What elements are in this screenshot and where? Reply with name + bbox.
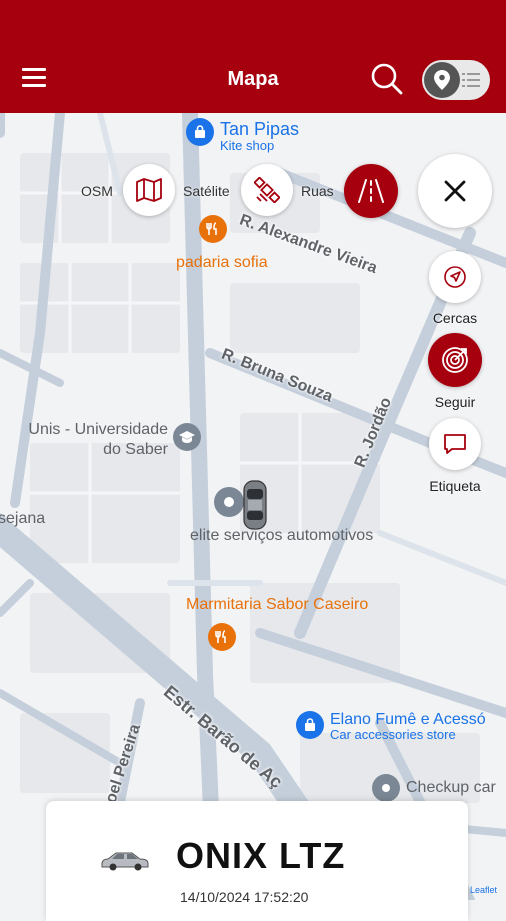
list-icon: [462, 73, 480, 92]
poi-unis[interactable]: Unis - Universidade do Saber: [6, 420, 168, 460]
map-view[interactable]: Tan Pipas Kite shop padaria sofia Unis -…: [0, 113, 506, 900]
restaurant-icon[interactable]: [208, 623, 236, 651]
poi-sejana[interactable]: sejana: [0, 510, 45, 528]
view-toggle[interactable]: [422, 60, 490, 100]
poi-tan-pipas[interactable]: Tan Pipas Kite shop: [220, 119, 299, 153]
poi-category: Kite shop: [220, 138, 275, 153]
navigation-arrow-icon[interactable]: [429, 251, 481, 303]
layer-label-osm: OSM: [81, 183, 113, 199]
target-icon[interactable]: [428, 333, 482, 387]
car-icon: [100, 849, 150, 876]
speech-bubble-icon[interactable]: [429, 418, 481, 470]
shopping-bag-icon[interactable]: [186, 118, 214, 146]
poi-padaria-sofia[interactable]: padaria sofia: [176, 254, 268, 272]
tool-label-seguir: Seguir: [434, 394, 476, 410]
satellite-icon[interactable]: [241, 164, 293, 216]
map-icon[interactable]: [123, 164, 175, 216]
location-pin-icon[interactable]: [214, 487, 244, 517]
vehicle-name: ONIX LTZ: [176, 835, 346, 876]
poi-name: Elano Fumê e Acessó: [330, 711, 486, 728]
tool-label-etiqueta: Etiqueta: [429, 478, 481, 494]
vehicle-timestamp: 14/10/2024 17:52:20: [180, 889, 309, 905]
poi-name: Tan Pipas: [220, 119, 300, 139]
poi-checkup[interactable]: Checkup car: [406, 779, 496, 797]
school-icon[interactable]: [173, 423, 201, 451]
restaurant-icon[interactable]: [199, 215, 227, 243]
shopping-bag-icon[interactable]: [296, 711, 324, 739]
poi-category: Car accessories store: [330, 727, 456, 742]
road-icon[interactable]: [344, 164, 398, 218]
vehicle-info-card[interactable]: ONIX LTZ 14/10/2024 17:52:20: [46, 801, 468, 921]
close-icon[interactable]: [418, 154, 492, 228]
layer-label-roads: Ruas: [301, 183, 334, 199]
tool-label-cercas: Cercas: [432, 310, 478, 326]
poi-name-line1: Unis - Universidade: [28, 421, 168, 438]
poi-elite[interactable]: elite serviços automotivos: [190, 527, 373, 545]
layer-label-satellite: Satélite: [183, 183, 230, 199]
map-attribution[interactable]: Leaflet: [470, 885, 497, 895]
location-pin-icon: [424, 62, 460, 98]
poi-elano[interactable]: Elano Fumê e Acessó Car accessories stor…: [330, 711, 486, 742]
search-icon[interactable]: [370, 62, 404, 96]
poi-marmitaria[interactable]: Marmitaria Sabor Caseiro: [186, 596, 368, 614]
poi-name-line2: do Saber: [103, 441, 168, 458]
location-pin-icon[interactable]: [372, 774, 400, 802]
app-header: Mapa: [0, 0, 506, 113]
